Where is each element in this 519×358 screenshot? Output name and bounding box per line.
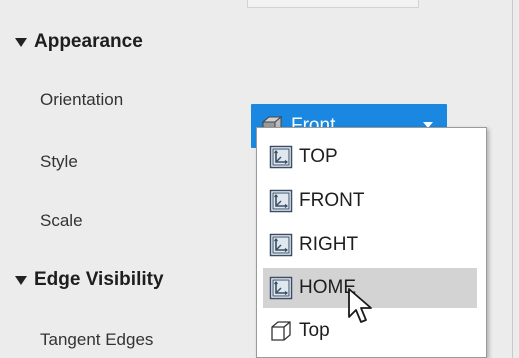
scale-label: Scale xyxy=(40,211,83,230)
dropdown-item-label: TOP xyxy=(299,146,338,167)
dropdown-item-right-upper[interactable]: RIGHT xyxy=(263,225,477,265)
dropdown-item-top-upper[interactable]: TOP xyxy=(263,137,477,177)
mouse-cursor-icon xyxy=(348,288,372,323)
section-header-edge-visibility[interactable]: Edge Visibility xyxy=(15,269,164,291)
orientation-label: Orientation xyxy=(40,90,124,109)
named-view-icon xyxy=(269,276,293,300)
named-view-icon xyxy=(269,233,293,257)
dropdown-item-label: RIGHT xyxy=(299,234,359,255)
cube-view-icon xyxy=(271,321,291,341)
dropdown-item-label: FRONT xyxy=(299,190,365,211)
collapse-triangle-icon xyxy=(15,37,27,47)
section-title-appearance: Appearance xyxy=(34,31,143,52)
section-title-edge-visibility: Edge Visibility xyxy=(34,269,164,290)
panel-right-border xyxy=(512,0,513,358)
dropdown-item-label: Top xyxy=(299,320,330,341)
section-header-appearance[interactable]: Appearance xyxy=(15,31,143,53)
named-view-icon xyxy=(269,189,293,213)
collapse-triangle-icon xyxy=(15,275,27,285)
previous-field-edge xyxy=(247,0,419,8)
named-view-icon xyxy=(269,145,293,169)
tangent-edges-label: Tangent Edges xyxy=(40,330,154,349)
dropdown-item-front-upper[interactable]: FRONT xyxy=(263,181,477,221)
style-label: Style xyxy=(40,152,78,171)
